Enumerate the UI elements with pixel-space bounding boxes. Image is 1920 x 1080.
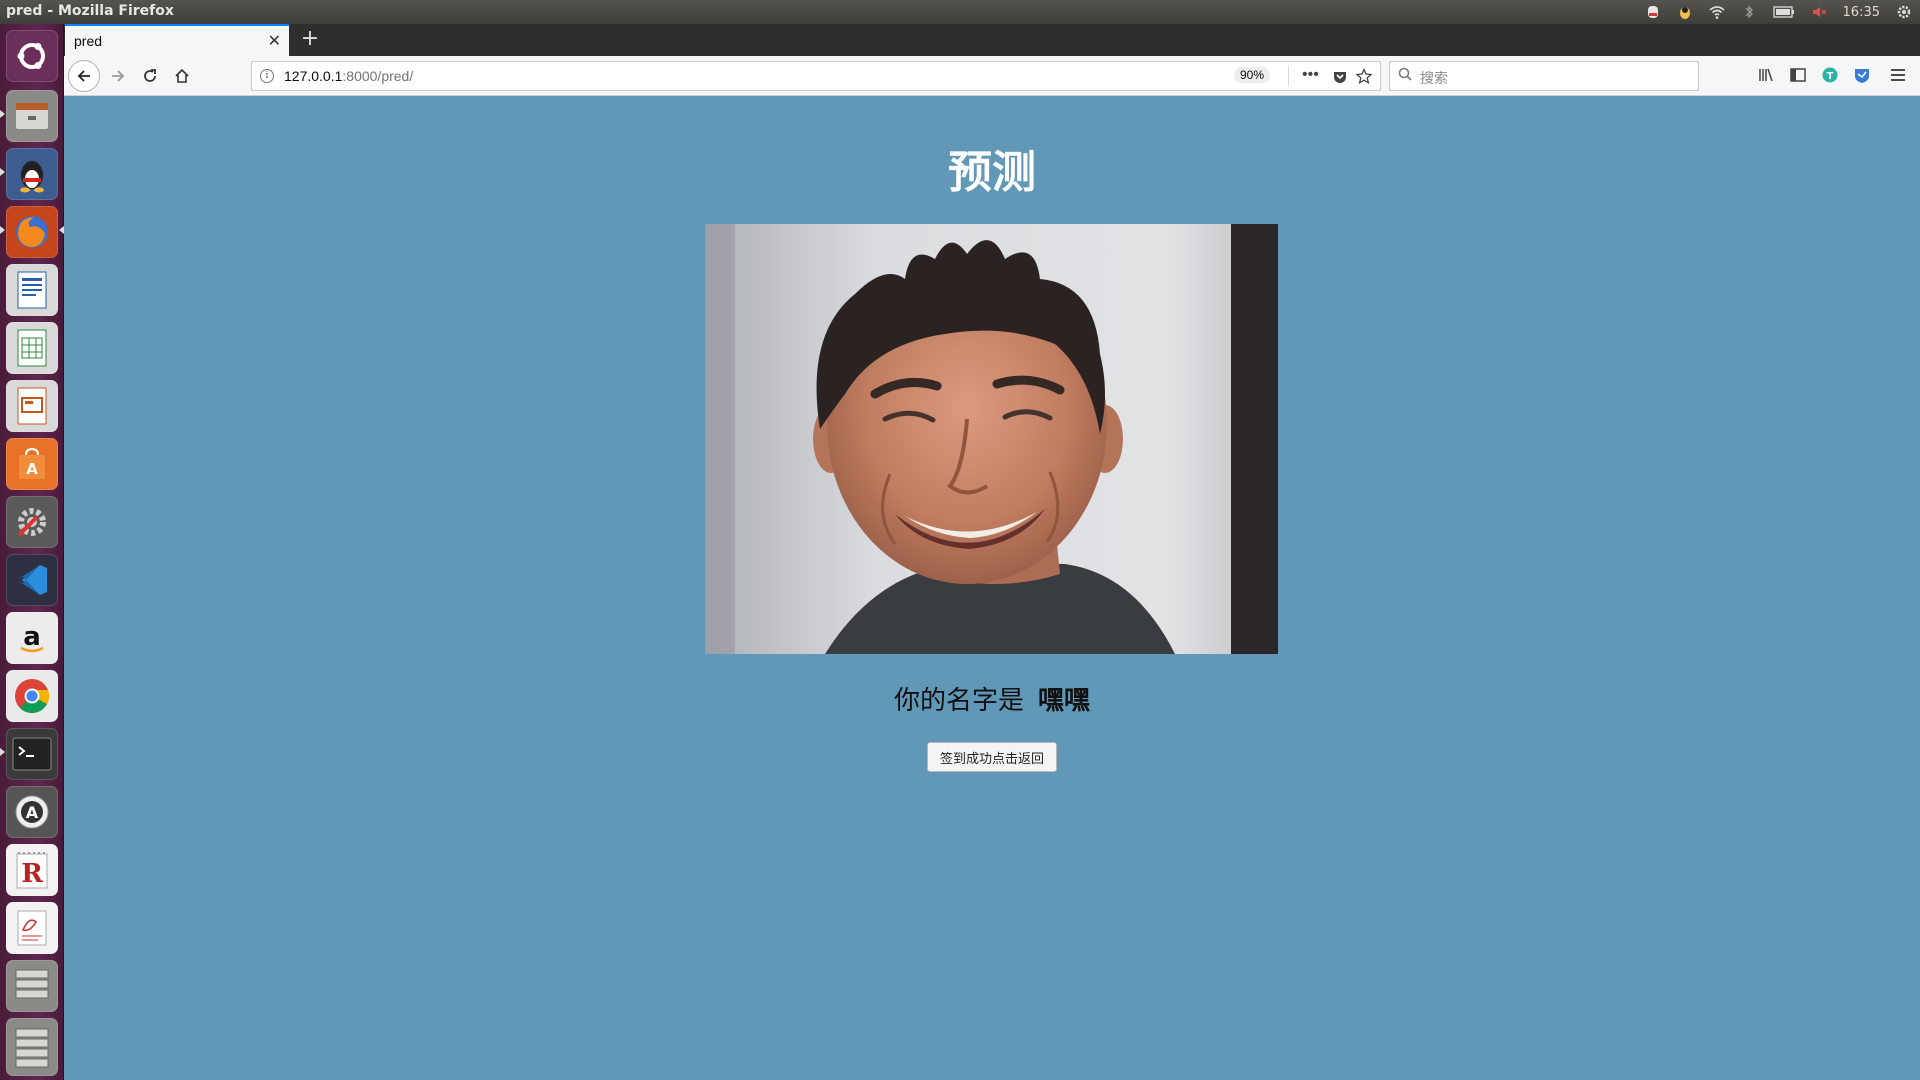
url-separator <box>1288 66 1289 86</box>
result-prefix: 你的名字是 <box>893 686 1024 716</box>
prediction-result: 你的名字是 嘿嘿 <box>64 680 1920 717</box>
bluetooth-icon[interactable] <box>1741 4 1757 20</box>
zoom-level-badge[interactable]: 90% <box>1234 67 1271 83</box>
search-box[interactable]: 搜索 <box>1389 61 1699 91</box>
pocket-icon[interactable] <box>1332 69 1348 85</box>
launcher: A a A R <box>0 24 64 1080</box>
svg-text:T: T <box>1827 71 1834 82</box>
bookmark-star-icon[interactable] <box>1356 68 1372 84</box>
libreoffice-impress-icon[interactable] <box>6 380 58 432</box>
clock[interactable]: 16:35 <box>1843 5 1880 20</box>
chrome-icon[interactable] <box>6 670 58 722</box>
tab-pred[interactable]: pred ✕ <box>65 24 289 56</box>
gear-icon[interactable] <box>1896 4 1912 20</box>
battery-icon[interactable] <box>1772 4 1795 20</box>
reload-button[interactable] <box>136 62 164 90</box>
rstudio-icon[interactable]: R <box>6 844 58 896</box>
home-button[interactable] <box>168 62 196 90</box>
reload-icon <box>144 69 156 82</box>
face-photo <box>705 224 1278 654</box>
text-editor-icon[interactable] <box>6 902 58 954</box>
tab-title: pred <box>74 33 103 49</box>
hamburger-menu-icon[interactable] <box>1889 66 1907 84</box>
ubuntu-dash-icon[interactable] <box>6 30 58 82</box>
page-actions-icon[interactable]: ••• <box>1302 66 1319 84</box>
back-button[interactable] <box>68 60 100 92</box>
wifi-icon[interactable] <box>1709 4 1725 20</box>
url-text[interactable]: 127.0.0.1:8000/pred/ <box>284 68 413 84</box>
search-placeholder: 搜索 <box>1420 71 1448 87</box>
extension-shield-icon[interactable] <box>1853 66 1871 84</box>
penguin-tray-icon[interactable] <box>1677 4 1693 20</box>
translate-extension-icon[interactable]: T <box>1821 66 1839 84</box>
predicted-name: 嘿嘿 <box>1038 686 1091 716</box>
tab-strip: pred ✕ + <box>64 24 1920 56</box>
terminal-icon[interactable] <box>6 728 58 780</box>
system-top-bar: pred - Mozilla Firefox 16:35 <box>0 0 1920 24</box>
search-icon <box>1398 67 1412 81</box>
svg-text:R: R <box>21 859 43 889</box>
running-indicator <box>0 226 5 234</box>
navigation-toolbar: i 127.0.0.1:8000/pred/ 90% ••• 搜索 T <box>64 56 1920 96</box>
url-host: 127.0.0.1 <box>284 68 343 84</box>
svg-text:a: a <box>23 622 41 652</box>
home-icon <box>175 68 189 83</box>
workspaces-icon[interactable] <box>6 960 58 1012</box>
url-bar[interactable]: i 127.0.0.1:8000/pred/ 90% ••• <box>251 61 1381 91</box>
arrow-right-icon <box>112 70 125 82</box>
vscode-icon[interactable] <box>6 554 58 606</box>
libreoffice-calc-icon[interactable] <box>6 322 58 374</box>
url-path: :8000/pred/ <box>342 68 414 84</box>
info-icon[interactable]: i <box>260 69 274 83</box>
page-content: 预测 你的名字是 嘿嘿 签到成功点击返回 <box>64 96 1920 1080</box>
volume-muted-icon[interactable] <box>1811 4 1827 20</box>
software-center-icon[interactable]: A <box>6 438 58 490</box>
return-button[interactable]: 签到成功点击返回 <box>927 742 1057 772</box>
amazon-icon[interactable]: a <box>6 612 58 664</box>
running-indicator <box>0 748 5 756</box>
system-tray: 16:35 <box>1645 0 1912 24</box>
trash-icon[interactable] <box>6 1018 58 1076</box>
files-icon[interactable] <box>6 90 58 142</box>
svg-text:A: A <box>26 803 39 822</box>
qq-icon[interactable] <box>6 148 58 200</box>
running-indicator <box>0 168 5 176</box>
qq-tray-icon[interactable] <box>1645 4 1661 20</box>
libreoffice-writer-icon[interactable] <box>6 264 58 316</box>
new-tab-button[interactable]: + <box>296 26 324 54</box>
running-indicator <box>0 110 5 118</box>
sidebar-icon[interactable] <box>1789 66 1807 84</box>
close-tab-icon[interactable]: ✕ <box>268 31 281 50</box>
system-settings-icon[interactable] <box>6 496 58 548</box>
firefox-icon[interactable] <box>6 206 58 258</box>
firefox-window: pred ✕ + i 127.0.0.1:8000/pred/ 90% ••• <box>64 24 1920 1080</box>
library-icon[interactable] <box>1757 66 1775 84</box>
page-title: 预测 <box>948 147 1036 198</box>
software-updater-icon[interactable]: A <box>6 786 58 838</box>
window-title: pred - Mozilla Firefox <box>6 3 174 19</box>
arrow-left-icon <box>77 70 90 82</box>
forward-button[interactable] <box>104 62 132 90</box>
svg-text:A: A <box>26 460 38 478</box>
